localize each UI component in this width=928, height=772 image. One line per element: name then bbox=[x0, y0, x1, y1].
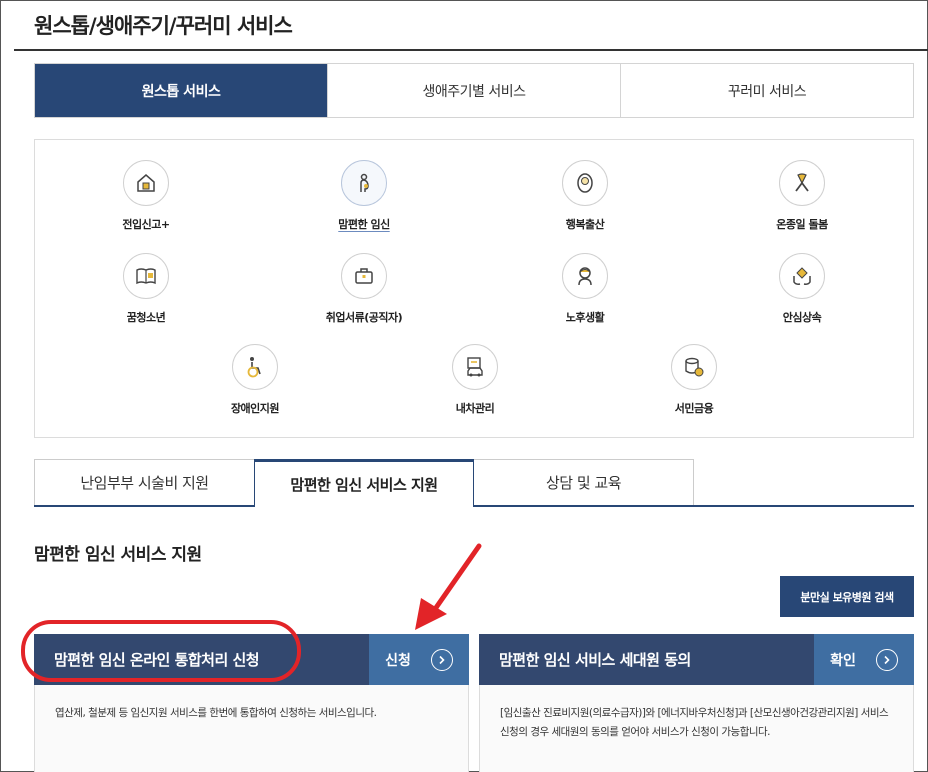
chevron-right-icon bbox=[875, 648, 898, 671]
chevron-right-icon bbox=[430, 648, 453, 671]
confirm-button[interactable]: 확인 bbox=[814, 634, 914, 685]
service-item-inheritance[interactable]: 안심상속 bbox=[732, 253, 872, 325]
elderly-icon bbox=[562, 253, 608, 299]
sub-tab-underline bbox=[34, 505, 914, 507]
apply-button[interactable]: 신청 bbox=[369, 634, 469, 685]
service-item-my-car[interactable]: 내차관리 bbox=[405, 344, 545, 416]
service-item-pregnancy[interactable]: 맘편한 임신 bbox=[294, 160, 434, 232]
tab-onestop[interactable]: 원스톱 서비스 bbox=[35, 64, 327, 117]
section-title: 맘편한 임신 서비스 지원 bbox=[34, 545, 202, 565]
confirm-label: 확인 bbox=[830, 652, 856, 669]
page-title: 원스톱/생애주기/꾸러미 서비스 bbox=[34, 14, 293, 38]
apply-label: 신청 bbox=[385, 652, 411, 669]
service-item-finance[interactable]: 서민금융 bbox=[624, 344, 764, 416]
tab-package[interactable]: 꾸러미 서비스 bbox=[620, 64, 913, 117]
card-header: 맘편한 임신 서비스 세대원 동의 확인 bbox=[479, 634, 914, 685]
tab-infertility-support[interactable]: 난임부부 시술비 지원 bbox=[34, 459, 255, 505]
pregnant-woman-icon bbox=[341, 160, 387, 206]
car-document-icon bbox=[452, 344, 498, 390]
card-description: [임신출산 진료비지원(의료수급자)]와 [에너지바우처신청]과 [산모신생아건… bbox=[500, 707, 889, 738]
service-item-move-in[interactable]: 전입신고+ bbox=[76, 160, 216, 232]
highlight-oval bbox=[21, 620, 301, 682]
service-item-youth[interactable]: 꿈청소년 bbox=[76, 253, 216, 325]
card-description: 엽산제, 철분제 등 임신지원 서비스를 한번에 통합하여 신청하는 서비스입니… bbox=[55, 707, 377, 719]
hands-house-icon bbox=[779, 253, 825, 299]
tab-pregnancy-support[interactable]: 맘편한 임신 서비스 지원 bbox=[254, 459, 474, 507]
service-type-tabs: 원스톱 서비스 생애주기별 서비스 꾸러미 서비스 bbox=[34, 63, 914, 118]
coins-icon bbox=[671, 344, 717, 390]
delivery-hospital-search-button[interactable]: 분만실 보유병원 검색 bbox=[780, 576, 914, 617]
tab-counseling-education[interactable]: 상담 및 교육 bbox=[473, 459, 694, 505]
service-item-disability[interactable]: 장애인지원 bbox=[185, 344, 325, 416]
book-icon bbox=[123, 253, 169, 299]
tab-lifecycle[interactable]: 생애주기별 서비스 bbox=[327, 64, 620, 117]
baby-icon bbox=[562, 160, 608, 206]
service-grid: 전입신고+ 맘편한 임신 행복출산 온종일 돌봄 꿈청소년 취업서류(공직자) bbox=[34, 139, 914, 438]
title-divider bbox=[14, 49, 928, 51]
pregnancy-sub-tabs: 난임부부 시술비 지원 맘편한 임신 서비스 지원 상담 및 교육 bbox=[34, 459, 914, 507]
ribbon-icon bbox=[779, 160, 825, 206]
briefcase-icon bbox=[341, 253, 387, 299]
service-item-retirement[interactable]: 노후생활 bbox=[515, 253, 655, 325]
house-icon bbox=[123, 160, 169, 206]
service-item-all-day-care[interactable]: 온종일 돌봄 bbox=[732, 160, 872, 232]
service-item-employment-docs[interactable]: 취업서류(공직자) bbox=[294, 253, 434, 325]
service-card-household-consent: 맘편한 임신 서비스 세대원 동의 확인 [임신출산 진료비지원(의료수급자)]… bbox=[479, 634, 914, 772]
card-title: 맘편한 임신 서비스 세대원 동의 bbox=[479, 634, 814, 685]
pointer-arrow-icon bbox=[415, 543, 482, 630]
wheelchair-icon bbox=[232, 344, 278, 390]
service-item-childbirth[interactable]: 행복출산 bbox=[515, 160, 655, 232]
